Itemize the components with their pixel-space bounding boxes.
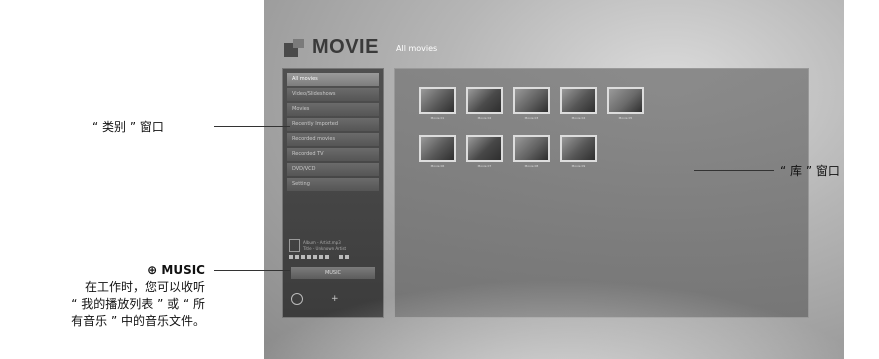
movie-thumbnail-caption: Movie 01 (430, 116, 445, 120)
music-callout-leader (214, 270, 290, 271)
prev-icon[interactable] (289, 255, 293, 259)
movie-thumbnail-caption: Movie 04 (571, 116, 586, 120)
category-item[interactable]: Setting (287, 178, 379, 191)
movie-thumbnail-caption: Movie 09 (571, 164, 586, 168)
music-callout-desc-3: 有音乐 ” 中的音乐文件。 (71, 314, 205, 328)
next-icon[interactable] (325, 255, 329, 259)
home-icon[interactable] (291, 293, 303, 305)
rewind-icon[interactable] (295, 255, 299, 259)
category-item[interactable]: Recorded TV (287, 148, 379, 161)
category-item[interactable]: All movies (287, 73, 379, 86)
play-icon[interactable] (301, 255, 305, 259)
movie-thumbnail-caption: Movie 05 (618, 116, 633, 120)
movie-thumbnail[interactable] (466, 135, 503, 162)
logo-text: MOVIE (312, 36, 379, 58)
movie-thumbnail[interactable] (466, 87, 503, 114)
library-title: All movies (396, 44, 438, 53)
movie-thumbnail[interactable] (560, 87, 597, 114)
movie-thumbnail-caption: Movie 08 (524, 164, 539, 168)
category-item[interactable]: Video/Slideshows (287, 88, 379, 101)
library-window: Movie 01 Movie 02 Movie 03 Movie 04 Movie 05… (394, 68, 809, 318)
category-item[interactable]: Movies (287, 103, 379, 116)
music-note-icon (289, 239, 300, 252)
music-button[interactable]: MUSIC (291, 267, 375, 279)
stop-icon[interactable] (313, 255, 317, 259)
library-window-callout: “ 库 ” 窗口 (780, 164, 840, 178)
movie-icon (284, 38, 304, 57)
movie-thumbnail[interactable] (419, 87, 456, 114)
movie-thumbnail-caption: Movie 02 (477, 116, 492, 120)
category-window-leader (214, 126, 290, 127)
now-playing-line-2: Title - Unknown Artist (303, 246, 347, 251)
category-item[interactable]: Recently Imported (287, 118, 379, 131)
category-window: All movies Video/Slideshows Movies Recently… (282, 68, 384, 318)
movie-thumbnail[interactable] (607, 87, 644, 114)
sidebar-bottom-icons: + (291, 293, 339, 305)
movie-thumbnail[interactable] (560, 135, 597, 162)
movie-thumbnail[interactable] (513, 135, 550, 162)
library-window-leader (694, 170, 774, 171)
music-callout-title: ⊕ MUSIC (147, 263, 205, 277)
add-icon[interactable]: + (331, 294, 339, 304)
movie-app-screen: MOVIE All movies Video/Slideshows Movies Re… (264, 0, 844, 359)
volume-icon[interactable] (339, 255, 343, 259)
movie-thumbnail[interactable] (513, 87, 550, 114)
music-callout-desc-1: 在工作时，您可以收听 (84, 280, 205, 294)
category-list: All movies Video/Slideshows Movies Recently… (283, 69, 383, 191)
category-item[interactable]: DVD/VCD (287, 163, 379, 176)
movie-thumbnail-caption: Movie 07 (477, 164, 492, 168)
forward-icon[interactable] (319, 255, 323, 259)
category-window-callout: “ 类别 ” 窗口 (92, 120, 164, 134)
pause-icon[interactable] (307, 255, 311, 259)
music-callout: ⊕ MUSIC 在工作时，您可以收听 “ 我的播放列表 ” 或 “ 所 有音乐 … (71, 262, 205, 330)
movie-thumbnail[interactable] (419, 135, 456, 162)
music-button-label: MUSIC (324, 270, 342, 276)
volume-level-icon (345, 255, 349, 259)
category-item[interactable]: Recorded movies (287, 133, 379, 146)
music-callout-desc-2: “ 我的播放列表 ” 或 “ 所 (71, 297, 205, 311)
now-playing-line-1: Album - Artist.mp3 (303, 240, 341, 245)
app-logo: MOVIE (284, 36, 379, 59)
playback-controls (289, 255, 349, 259)
movie-thumbnail-caption: Movie 06 (430, 164, 445, 168)
movie-thumbnail-caption: Movie 03 (524, 116, 539, 120)
